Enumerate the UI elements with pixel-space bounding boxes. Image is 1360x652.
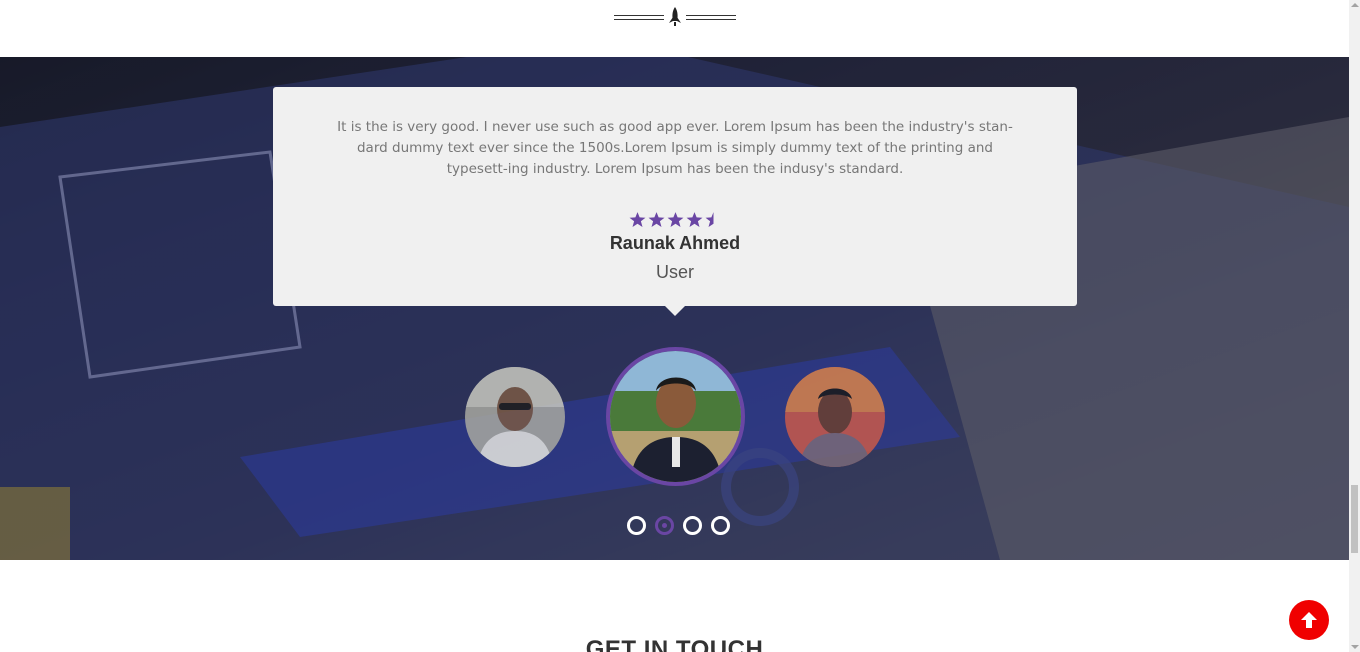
divider-line-left xyxy=(614,15,664,20)
testimonial-card: It is the is very good. I never use such… xyxy=(273,87,1077,316)
avatar-next[interactable] xyxy=(785,367,885,467)
carousel-dot[interactable] xyxy=(683,516,702,535)
scrollbar-down-arrow[interactable] xyxy=(1351,645,1359,649)
arrow-up-icon xyxy=(1301,612,1317,628)
carousel-dot[interactable] xyxy=(627,516,646,535)
section-divider xyxy=(614,6,736,28)
section-top xyxy=(0,0,1349,57)
page-scrollbar[interactable] xyxy=(1349,0,1360,652)
star-full-icon xyxy=(629,212,645,227)
scroll-to-top-button[interactable] xyxy=(1289,600,1329,640)
divider-line-right xyxy=(686,15,736,20)
avatar-previous-image xyxy=(465,367,565,467)
rocket-icon xyxy=(669,7,681,26)
star-full-icon xyxy=(648,212,664,227)
contact-section-title: GET IN TOUCH xyxy=(585,636,764,652)
avatar-previous[interactable] xyxy=(465,367,565,467)
carousel-dot[interactable] xyxy=(711,516,730,535)
rating-stars xyxy=(273,211,1077,231)
carousel-dot[interactable] xyxy=(655,516,674,535)
testimonial-role: User xyxy=(655,262,694,282)
star-half-icon xyxy=(705,212,713,227)
scrollbar-up-arrow[interactable] xyxy=(1351,3,1359,7)
avatar-next-image xyxy=(785,367,885,467)
avatar-active-image xyxy=(610,351,741,482)
avatar-active[interactable] xyxy=(606,347,745,486)
star-full-icon xyxy=(686,212,702,227)
testimonial-name: Raunak Ahmed xyxy=(609,233,741,253)
testimonial-quote: It is the is very good. I never use such… xyxy=(337,119,1013,177)
scrollbar-thumb[interactable] xyxy=(1351,485,1358,553)
star-full-icon xyxy=(667,212,683,227)
testimonials-section: It is the is very good. I never use such… xyxy=(0,57,1349,560)
